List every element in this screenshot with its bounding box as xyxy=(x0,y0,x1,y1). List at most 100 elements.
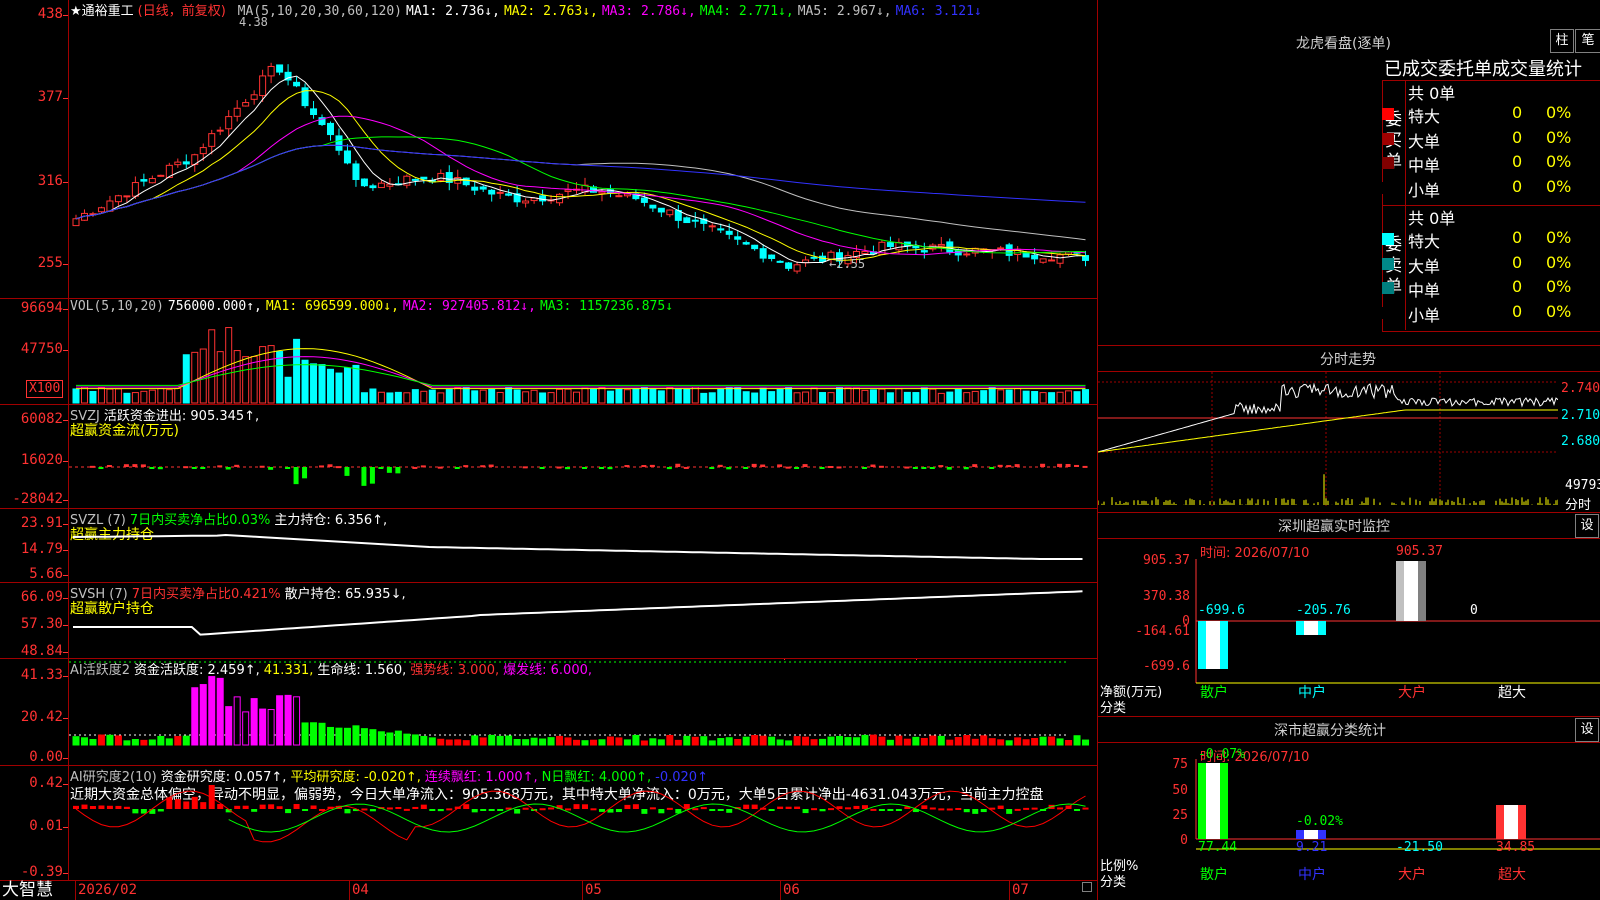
volume-bar xyxy=(980,390,988,404)
y-tick xyxy=(63,625,68,626)
candle xyxy=(734,236,742,240)
volume-bar xyxy=(72,388,80,404)
candle xyxy=(717,228,725,231)
volume-bar xyxy=(310,363,318,404)
volume-bar xyxy=(445,389,453,404)
order-size-value: 0 xyxy=(1512,228,1523,247)
volume-bar xyxy=(878,388,886,404)
net-amount-bar-shade xyxy=(1220,621,1228,669)
research-bar xyxy=(420,804,427,809)
flow-bar xyxy=(539,467,545,469)
activity-bar xyxy=(327,726,334,746)
intraday-panel[interactable]: 分时走势 2.740 2.710 2.680 49793 分时 xyxy=(1098,346,1600,513)
main-holding-chart[interactable] xyxy=(69,509,1097,582)
volume-bar xyxy=(420,390,428,404)
flow-bar xyxy=(989,467,995,469)
activity-bar xyxy=(530,737,538,746)
volume-bar xyxy=(369,388,377,404)
volume-bar xyxy=(657,390,665,404)
net-amount-bar-shade xyxy=(1396,561,1404,621)
candle xyxy=(539,195,547,202)
activity-bar xyxy=(157,735,165,746)
research-bar xyxy=(1023,807,1030,810)
activity-bar xyxy=(80,737,88,746)
research-bar xyxy=(73,805,79,809)
volume-bar xyxy=(971,390,979,404)
ma-line xyxy=(75,90,1086,261)
candle xyxy=(462,177,470,186)
sz-stats-chart xyxy=(1195,759,1600,850)
y-tick-label: 16020 xyxy=(20,452,63,468)
volume-unit-badge: X100 xyxy=(26,380,64,398)
activity-bar xyxy=(123,740,131,746)
volume-bar xyxy=(632,388,640,404)
flow-bar xyxy=(709,467,715,469)
ai-active-chart[interactable]: ↑↑ xyxy=(69,659,1097,765)
candle xyxy=(564,189,572,192)
order-size-row: 小单 0 0% xyxy=(1382,177,1600,201)
activity-bar xyxy=(929,735,937,746)
volume-bar xyxy=(496,391,504,404)
candle xyxy=(785,262,793,269)
sz-monitor-settings-button[interactable]: 设 xyxy=(1575,514,1599,538)
y-tick-label: 48.84 xyxy=(20,643,63,659)
research-bar xyxy=(743,804,750,809)
flow-bar xyxy=(649,464,655,467)
order-size-name: 中单 xyxy=(1408,281,1441,300)
y-tick-label: 20.42 xyxy=(20,709,63,725)
retail-holding-chart[interactable] xyxy=(69,583,1097,658)
volume-bar xyxy=(462,386,470,404)
volume-bar xyxy=(742,391,750,404)
sz-stats-settings-button[interactable]: 设 xyxy=(1575,718,1599,742)
activity-bar xyxy=(233,696,241,746)
activity-bar xyxy=(335,727,343,746)
research-bar xyxy=(548,807,555,810)
lock-icon[interactable] xyxy=(1082,882,1092,892)
research-bar xyxy=(955,807,962,810)
ai-research-chart[interactable] xyxy=(69,766,1097,880)
volume-bar xyxy=(836,387,843,404)
research-bar xyxy=(361,808,368,811)
research-bar xyxy=(183,801,190,809)
flow-bar xyxy=(785,466,791,469)
y-tick xyxy=(63,420,68,421)
research-bar xyxy=(709,809,716,811)
y-tick-label: -0.39 xyxy=(20,864,63,880)
candlestick-chart[interactable]: 4.38 ←2.55 xyxy=(69,16,1097,298)
color-swatch xyxy=(1382,257,1394,270)
order-size-percent: 0% xyxy=(1546,252,1572,272)
order-size-value: 0 xyxy=(1512,301,1523,321)
color-swatch xyxy=(1382,108,1394,120)
color-swatch xyxy=(1382,306,1394,319)
main-chart-area[interactable]: ★通裕重工 (日线，前复权) MA(5,10,20,30,60,120) MA1: … xyxy=(0,0,1097,900)
candle xyxy=(216,129,224,132)
column-view-button[interactable]: 柱 xyxy=(1550,29,1574,53)
activity-bar xyxy=(776,739,784,746)
up-arrow-mark: ↑ xyxy=(781,659,788,663)
activity-bar xyxy=(106,734,114,746)
research-bar xyxy=(98,805,105,809)
volume-bar xyxy=(1039,392,1047,404)
research-bar xyxy=(658,809,665,814)
intraday-chart[interactable] xyxy=(1098,372,1558,506)
candle xyxy=(666,209,674,216)
fund-flow-chart[interactable] xyxy=(69,405,1097,508)
flow-bar xyxy=(123,464,129,467)
research-bar xyxy=(802,809,809,814)
volume-chart[interactable] xyxy=(69,299,1097,404)
volume-bar xyxy=(250,356,258,404)
flow-bar xyxy=(929,467,935,469)
flow-bar xyxy=(1074,464,1080,467)
activity-bar xyxy=(836,736,843,746)
research-bar xyxy=(632,804,639,809)
candle xyxy=(759,248,767,259)
activity-bar xyxy=(1048,736,1056,746)
volume-bar xyxy=(386,392,394,404)
pen-view-button[interactable]: 笔 xyxy=(1575,29,1600,53)
volume-bar xyxy=(674,388,682,404)
candle xyxy=(225,116,233,130)
activity-bar xyxy=(513,739,521,746)
monitor-category: 大户 xyxy=(1398,685,1426,701)
order-size-percent: 0% xyxy=(1546,228,1572,247)
candle xyxy=(157,174,165,177)
